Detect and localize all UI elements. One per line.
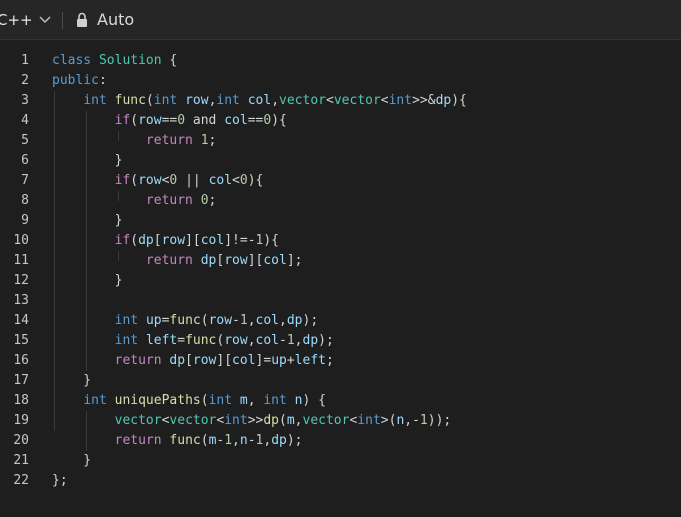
line-number: 16 — [13, 353, 29, 368]
code-line[interactable]: 4 if(row==0 and col==0){ — [0, 111, 681, 131]
format-mode-button[interactable]: Auto — [97, 10, 134, 30]
line-code: } — [52, 453, 92, 468]
line-code: int left=func(row,col-1,dp); — [114, 333, 334, 348]
lock-icon — [77, 12, 87, 27]
code-line[interactable]: 15 int left=func(row,col-1,dp); — [0, 331, 681, 351]
line-number: 14 — [13, 313, 29, 328]
code-line[interactable]: 9 } — [0, 211, 681, 231]
line-code: vector<vector<int>>dp(m,vector<int>(n,-1… — [114, 413, 452, 428]
line-code: if(row==0 and col==0){ — [114, 113, 287, 128]
line-code: int up=func(row-1,col,dp); — [114, 313, 319, 328]
line-number: 17 — [13, 373, 29, 388]
code-line[interactable]: 14 int up=func(row-1,col,dp); — [0, 311, 681, 331]
line-number: 12 — [13, 273, 29, 288]
code-line[interactable]: 1 class Solution { — [0, 51, 681, 71]
line-number: 4 — [21, 113, 29, 128]
line-code: return dp[row][col]; — [145, 253, 303, 268]
line-code: return 0; — [145, 193, 217, 208]
code-line[interactable]: 2 public: — [0, 71, 681, 91]
line-number: 3 — [21, 93, 29, 108]
code-line[interactable]: 10 if(dp[row][col]!=-1){ — [0, 231, 681, 251]
code-line[interactable]: 21 } — [0, 451, 681, 471]
line-number: 19 — [13, 413, 29, 428]
line-number: 6 — [21, 153, 29, 168]
code-line[interactable]: 7 if(row<0 || col<0){ — [0, 171, 681, 191]
line-number: 18 — [13, 393, 29, 408]
line-number: 8 — [21, 193, 29, 208]
line-code: return dp[row][col]=up+left; — [114, 353, 334, 368]
code-line[interactable]: 11 return dp[row][col]; — [0, 251, 681, 271]
line-code: } — [52, 213, 123, 228]
code-line[interactable]: 3 int func(int row,int col,vector<vector… — [0, 91, 681, 111]
code-line[interactable]: 20 return func(m-1,n-1,dp); — [0, 431, 681, 451]
line-number: 9 — [21, 213, 29, 228]
line-code: class Solution { — [52, 53, 178, 68]
code-line[interactable]: 12 } — [0, 271, 681, 291]
code-line[interactable]: 5 return 1; — [0, 131, 681, 151]
line-number: 1 — [21, 53, 29, 68]
line-code: int func(int row,int col,vector<vector<i… — [83, 93, 467, 108]
line-code: return func(m-1,n-1,dp); — [114, 433, 303, 448]
line-code: } — [52, 373, 92, 388]
line-code: if(dp[row][col]!=-1){ — [114, 233, 280, 248]
line-code: int uniquePaths(int m, int n) { — [83, 393, 326, 408]
code-line[interactable]: 8 return 0; — [0, 191, 681, 211]
editor-toolbar: C++ Auto — [0, 0, 681, 40]
line-number: 5 — [21, 133, 29, 148]
code-line[interactable]: 16 return dp[row][col]=up+left; — [0, 351, 681, 371]
line-number: 20 — [13, 433, 29, 448]
line-number: 11 — [13, 253, 29, 268]
language-selector[interactable]: C++ — [0, 10, 33, 30]
code-line[interactable]: 19 vector<vector<int>>dp(m,vector<int>(n… — [0, 411, 681, 431]
line-code: return 1; — [145, 133, 217, 148]
line-number: 7 — [21, 173, 29, 188]
line-number: 2 — [21, 73, 29, 88]
toolbar-divider — [62, 12, 63, 29]
line-number: 15 — [13, 333, 29, 348]
line-code: }; — [52, 473, 68, 488]
line-number: 10 — [13, 233, 29, 248]
line-code: public: — [52, 73, 107, 88]
code-line[interactable]: 13 — [0, 291, 681, 311]
code-editor[interactable]: 1 class Solution { 2 public: 3 int func(int … — [0, 41, 681, 517]
line-number: 13 — [13, 293, 29, 308]
code-line[interactable]: 6 } — [0, 151, 681, 171]
line-code: } — [52, 153, 123, 168]
chevron-down-icon[interactable] — [38, 14, 52, 26]
line-code: if(row<0 || col<0){ — [114, 173, 264, 188]
code-line[interactable]: 18 int uniquePaths(int m, int n) { — [0, 391, 681, 411]
line-code: } — [52, 273, 123, 288]
code-line[interactable]: 17 } — [0, 371, 681, 391]
code-line[interactable]: 22}; — [0, 471, 681, 491]
line-number: 21 — [13, 453, 29, 468]
line-number: 22 — [13, 473, 29, 488]
